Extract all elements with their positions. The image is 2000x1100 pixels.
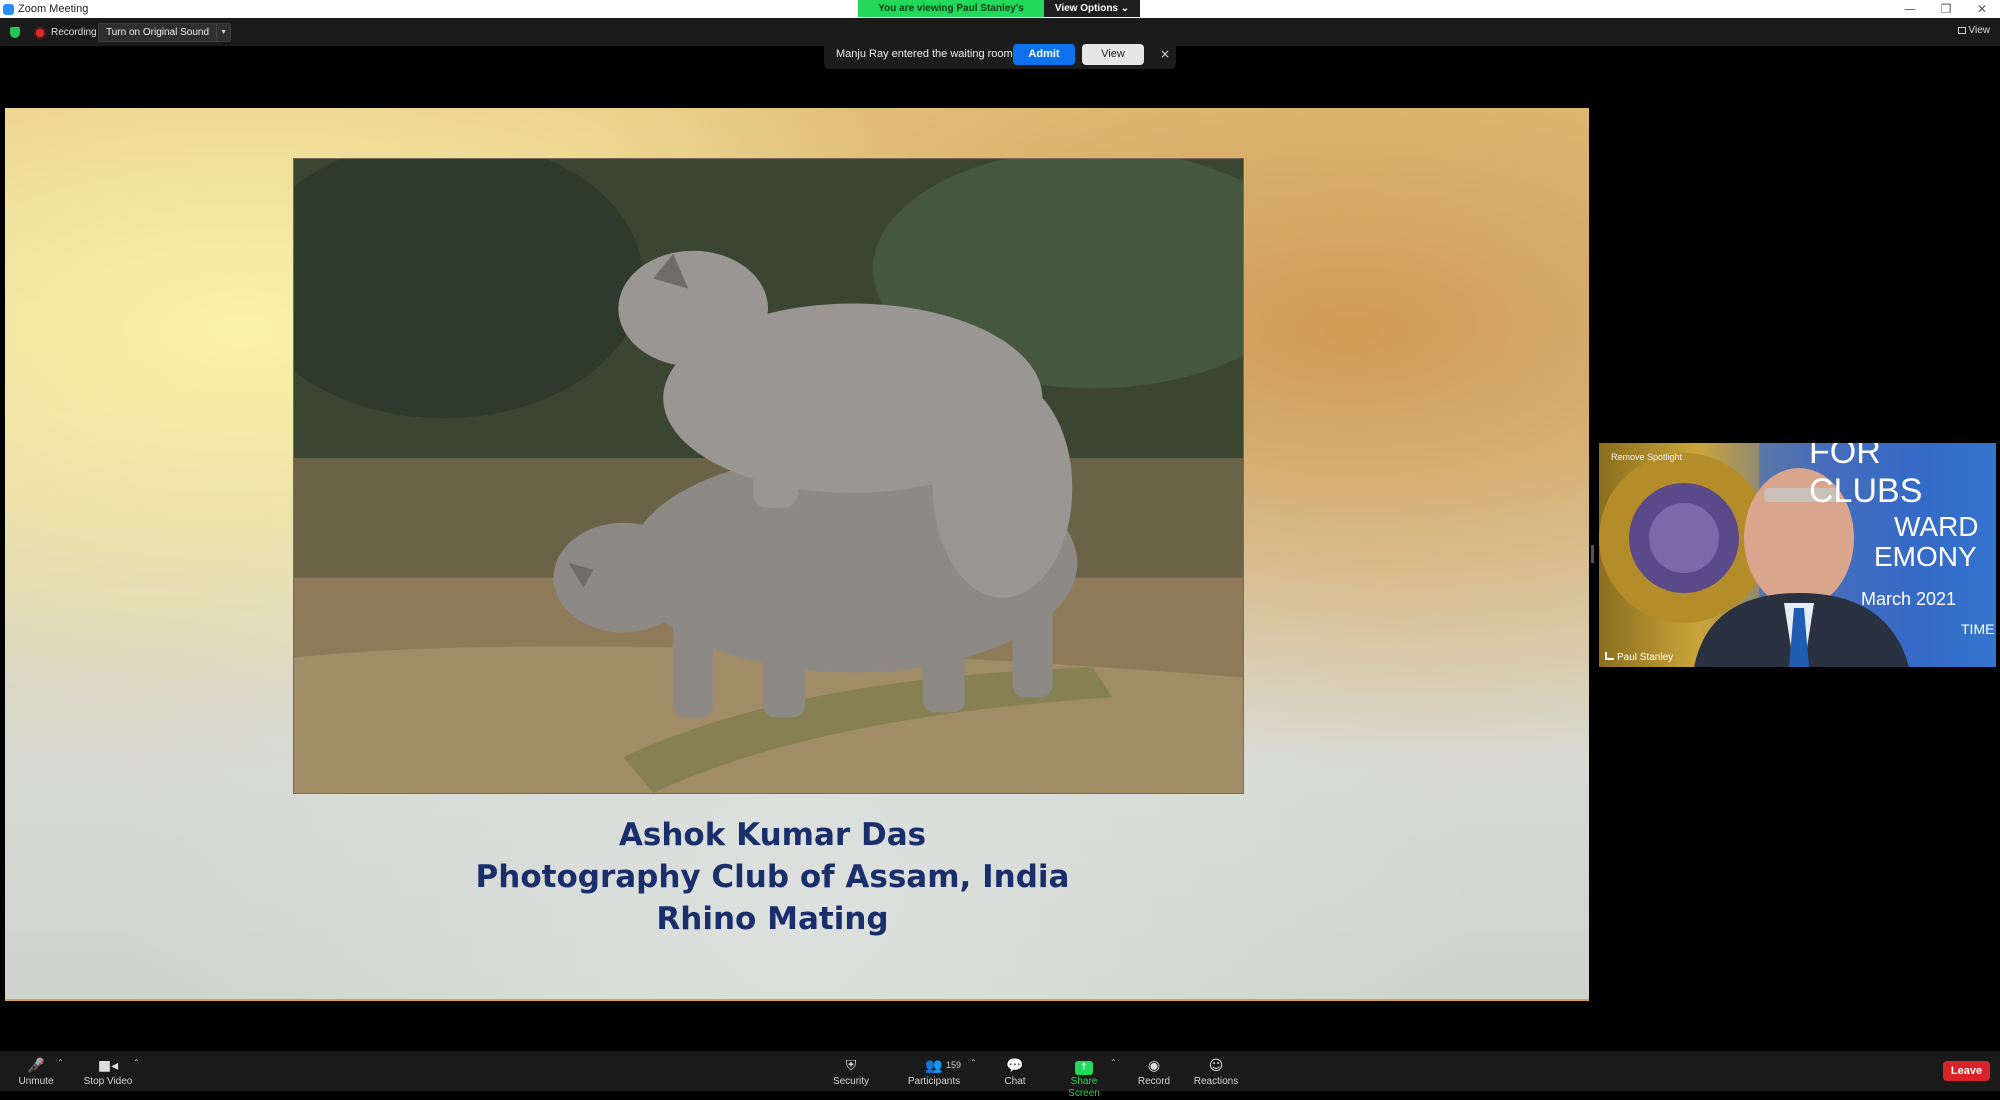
waiting-room-message: Manju Ray entered the waiting room xyxy=(836,48,1013,60)
share-screen-icon: ↑ xyxy=(1054,1056,1114,1076)
window-title: Zoom Meeting xyxy=(18,3,89,15)
grid-icon xyxy=(1957,27,1966,34)
microphone-muted-icon: 🎤̸ xyxy=(27,1058,45,1074)
presentation-slide: Ashok Kumar Das Photography Club of Assa… xyxy=(5,108,1589,1001)
stop-video-label: Stop Video xyxy=(83,1076,133,1087)
speaker-name: Paul Stanley xyxy=(1617,652,1674,663)
speaker-name-label: Paul Stanley xyxy=(1605,652,1673,663)
rhino-illustration xyxy=(294,159,1243,793)
encryption-shield-icon[interactable] xyxy=(10,27,20,38)
recording-label: Recording xyxy=(51,27,97,38)
speaker-bg-text: TIME xyxy=(1961,621,1995,637)
security-label: Security xyxy=(832,1076,870,1087)
unmute-button[interactable]: 🎤̸ Unmute xyxy=(14,1051,58,1091)
participants-caret-icon[interactable]: ⌃ xyxy=(970,1058,977,1067)
share-options-caret-icon[interactable]: ⌃ xyxy=(1110,1058,1117,1067)
restore-icon[interactable]: ❐ xyxy=(1928,0,1964,18)
video-camera-icon: ■◂ xyxy=(97,1058,119,1074)
view-layout-button[interactable]: View xyxy=(1957,25,1991,36)
caption-club: Photography Club of Assam, India xyxy=(475,859,1070,895)
close-icon[interactable]: × xyxy=(1160,47,1170,61)
zoom-app-icon xyxy=(3,3,14,15)
panel-resize-handle[interactable] xyxy=(1591,545,1594,563)
video-options-caret-icon[interactable]: ⌃ xyxy=(133,1058,140,1067)
original-sound-label[interactable]: Turn on Original Sound xyxy=(99,24,216,41)
security-shield-icon: ⛨ xyxy=(845,1058,857,1074)
caption-photographer: Ashok Kumar Das xyxy=(618,817,927,853)
leave-button[interactable]: Leave xyxy=(1943,1061,1990,1081)
recording-indicator-icon xyxy=(36,29,44,37)
share-screen-button[interactable]: ↑ Share Screen xyxy=(1054,1051,1114,1099)
chat-label: Chat xyxy=(1004,1076,1026,1087)
stop-video-button[interactable]: ■◂ Stop Video xyxy=(80,1051,136,1091)
chat-button[interactable]: 💬 Chat xyxy=(999,1051,1031,1091)
meeting-toolbar: 🎤̸ Unmute ⌃ ■◂ Stop Video ⌃ ⛨ Security 👥… xyxy=(0,1051,2000,1099)
waiting-room-notification: Manju Ray entered the waiting room Admit… xyxy=(824,39,1176,69)
minimize-icon[interactable]: — xyxy=(1892,0,1928,18)
record-icon: ◉ xyxy=(1147,1058,1161,1074)
chevron-down-icon[interactable]: ▼ xyxy=(216,24,230,41)
caption-title: Rhino Mating xyxy=(656,901,889,937)
participants-count: 159 xyxy=(946,1060,962,1070)
window-controls: — ❐ ✕ xyxy=(1892,0,2000,18)
record-label: Record xyxy=(1137,1076,1171,1087)
original-sound-button[interactable]: Turn on Original Sound ▼ xyxy=(98,23,232,42)
security-button[interactable]: ⛨ Security xyxy=(826,1051,876,1091)
viewing-screen-message: You are viewing Paul Stanley's screen xyxy=(858,0,1044,31)
close-window-icon[interactable]: ✕ xyxy=(1964,0,2000,18)
view-options-button[interactable]: View Options ⌄ xyxy=(1044,0,1140,17)
speaker-video-tile[interactable]: Remove Spotlight FOR CLUBS WARD EMONY Ma… xyxy=(1599,443,1996,667)
participants-button[interactable]: 👥 Participants xyxy=(904,1051,964,1091)
share-screen-label: Share Screen xyxy=(1068,1076,1100,1099)
chat-bubble-icon: 💬 xyxy=(1006,1058,1024,1074)
record-button[interactable]: ◉ Record xyxy=(1136,1051,1172,1091)
speaker-bg-text: EMONY xyxy=(1874,541,1977,572)
audio-options-caret-icon[interactable]: ⌃ xyxy=(57,1058,64,1067)
remove-spotlight-label[interactable]: Remove Spotlight xyxy=(1611,452,1682,462)
view-waiting-room-button[interactable]: View xyxy=(1082,43,1144,65)
viewing-banner: You are viewing Paul Stanley's screen Vi… xyxy=(858,0,1140,31)
admit-button[interactable]: Admit xyxy=(1013,43,1075,65)
reactions-button[interactable]: ☺ Reactions xyxy=(1193,1051,1239,1091)
speaker-bg-text: March 2021 xyxy=(1861,589,1957,609)
rhino-photo xyxy=(293,158,1244,794)
speaker-bg-text: FOR CLUBS xyxy=(1809,443,1923,510)
reactions-emoji-icon: ☺ xyxy=(1208,1058,1224,1074)
speaker-bg-text: WARD xyxy=(1894,511,1979,542)
reactions-label: Reactions xyxy=(1193,1076,1239,1087)
participants-label: Participants xyxy=(907,1076,961,1087)
view-label: View xyxy=(1968,25,1991,36)
unmute-label: Unmute xyxy=(18,1076,54,1087)
shared-screen: Ashok Kumar Das Photography Club of Assa… xyxy=(5,58,1589,1051)
signal-strength-icon xyxy=(1605,652,1614,660)
